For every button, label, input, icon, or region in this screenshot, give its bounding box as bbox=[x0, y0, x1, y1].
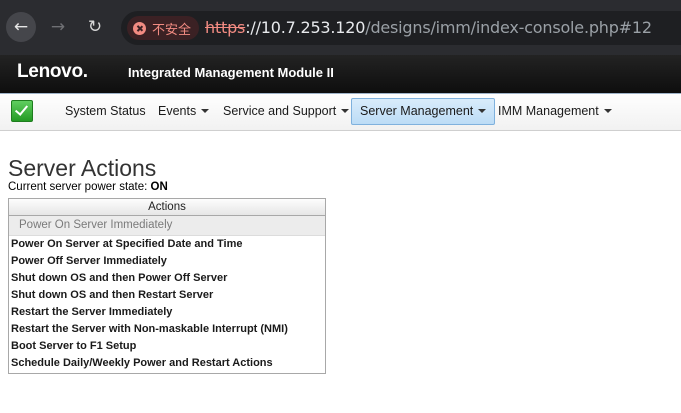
page-title: Server Actions bbox=[8, 155, 157, 181]
menu-label: Service and Support bbox=[223, 104, 337, 118]
url-host: ://10.7.253.120 bbox=[245, 18, 366, 37]
action-power-off-immediately[interactable]: Power Off Server Immediately bbox=[9, 253, 325, 270]
url-scheme: https bbox=[205, 18, 246, 37]
action-shutdown-power-off[interactable]: Shut down OS and then Power Off Server bbox=[9, 270, 325, 287]
menu-server-management[interactable]: Server Management bbox=[351, 98, 496, 125]
menu-events[interactable]: Events bbox=[150, 99, 217, 124]
address-bar[interactable]: 不安全 https://10.7.253.120/designs/imm/ind… bbox=[121, 11, 681, 45]
security-chip[interactable]: 不安全 bbox=[127, 16, 200, 40]
lenovo-logo: Lenovo. bbox=[17, 61, 88, 82]
power-state-label: Current server power state: bbox=[8, 181, 148, 193]
actions-listbox[interactable]: Actions Power On Server Immediately Powe… bbox=[8, 198, 326, 374]
menu-label: Server Management bbox=[360, 104, 474, 118]
action-schedule-power[interactable]: Schedule Daily/Weekly Power and Restart … bbox=[9, 355, 325, 372]
action-boot-f1-setup[interactable]: Boot Server to F1 Setup bbox=[9, 338, 325, 355]
product-title: Integrated Management Module II bbox=[128, 65, 334, 80]
url-text[interactable]: https://10.7.253.120/designs/imm/index-c… bbox=[205, 18, 652, 37]
menu-system-status[interactable]: System Status bbox=[57, 99, 154, 124]
chevron-down-icon bbox=[341, 109, 350, 113]
menu-service-and-support[interactable]: Service and Support bbox=[215, 99, 357, 124]
url-path: /designs/imm/index-console.php#12 bbox=[365, 18, 652, 37]
action-power-on-immediately[interactable]: Power On Server Immediately bbox=[9, 216, 325, 236]
arrow-left-icon[interactable]: ← bbox=[6, 12, 36, 42]
action-shutdown-restart[interactable]: Shut down OS and then Restart Server bbox=[9, 287, 325, 304]
menu-label: Events bbox=[158, 104, 197, 118]
action-restart-nmi[interactable]: Restart the Server with Non-maskable Int… bbox=[9, 321, 325, 338]
checkmark-icon[interactable] bbox=[11, 100, 33, 122]
power-state-value: ON bbox=[150, 181, 168, 193]
action-restart-immediately[interactable]: Restart the Server Immediately bbox=[9, 304, 325, 321]
menu-label: System Status bbox=[65, 104, 146, 118]
menu-imm-management[interactable]: IMM Management bbox=[490, 99, 620, 124]
action-power-on-scheduled[interactable]: Power On Server at Specified Date and Ti… bbox=[9, 236, 325, 253]
actions-header: Actions bbox=[9, 199, 325, 216]
arrow-right-icon[interactable]: → bbox=[43, 12, 73, 42]
menu-label: IMM Management bbox=[498, 104, 599, 118]
main-menu-bar: System Status Events Service and Support… bbox=[0, 93, 681, 131]
actions-list: Power On Server Immediately Power On Ser… bbox=[9, 216, 325, 372]
chevron-down-icon bbox=[201, 109, 210, 113]
chevron-down-icon bbox=[478, 109, 487, 113]
not-secure-icon bbox=[133, 21, 146, 35]
imm-header: Lenovo. Integrated Management Module II bbox=[0, 55, 681, 93]
browser-toolbar: ← → ↻ 不安全 https://10.7.253.120/designs/i… bbox=[0, 0, 681, 55]
power-state: Current server power state: ON bbox=[8, 181, 168, 193]
chevron-down-icon bbox=[603, 109, 612, 113]
reload-icon[interactable]: ↻ bbox=[80, 12, 110, 42]
security-label: 不安全 bbox=[152, 22, 192, 38]
